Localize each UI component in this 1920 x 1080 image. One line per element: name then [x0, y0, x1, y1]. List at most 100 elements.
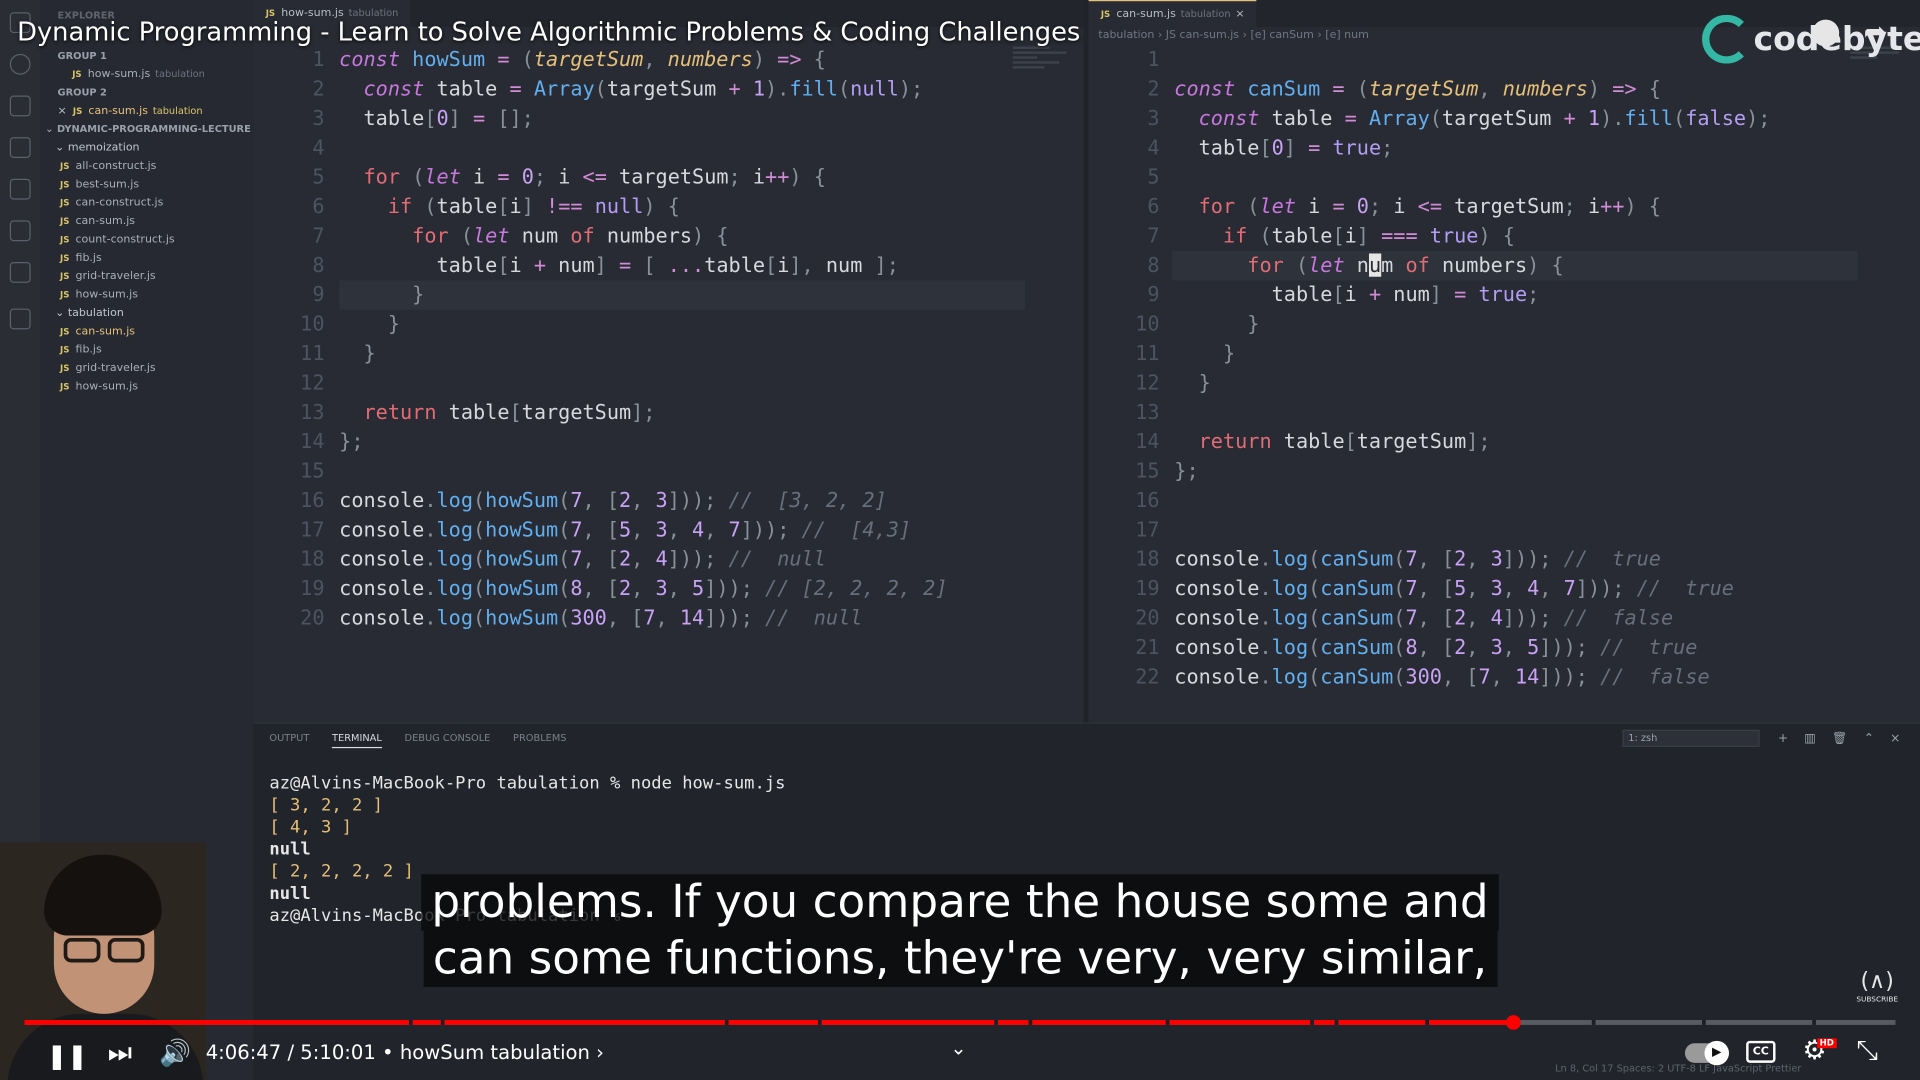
chevron-down-icon[interactable]: ⌄ [950, 1036, 966, 1059]
editor-how-sum[interactable]: JS how-sum.js tabulation 1 const howSum = (… [253, 0, 1084, 723]
extensions-icon[interactable] [9, 178, 31, 200]
tab-terminal[interactable]: TERMINAL [332, 732, 382, 749]
watch-later-icon[interactable] [1812, 19, 1840, 47]
file-item[interactable]: JS can-construct.js [60, 197, 163, 209]
video-title[interactable]: Dynamic Programming - Learn to Solve Alg… [17, 17, 1080, 46]
chevron-down-icon: ⌄ [55, 307, 68, 320]
breadcrumb[interactable]: tabulation › JS can-sum.js › [e] canSum … [1098, 29, 1368, 41]
folder-memoization[interactable]: ⌄ memoization [55, 142, 139, 154]
add-terminal-icon[interactable]: + [1778, 732, 1788, 745]
seek-bar[interactable] [24, 1015, 1896, 1030]
file-item[interactable]: JS count-construct.js [60, 234, 175, 246]
run-debug-icon[interactable] [9, 137, 31, 158]
minimap[interactable] [1012, 44, 1074, 93]
terminal-line: az@Alvins-MacBook-Pro tabulation % node … [269, 773, 786, 794]
close-icon[interactable]: × [58, 105, 67, 117]
file-item[interactable]: JS grid-traveler.js [60, 271, 156, 283]
remote-icon[interactable] [9, 308, 31, 330]
docker-icon[interactable] [9, 220, 31, 242]
autoplay-toggle[interactable]: ▶ [1684, 1040, 1729, 1066]
code-line: 19 console.log(canSum(7, [5, 3, 4, 7])); … [1135, 576, 1734, 601]
share-icon[interactable]: ➦ [1864, 17, 1887, 48]
file-item[interactable]: JS grid-traveler.js [60, 362, 156, 374]
exit-fullscreen-icon[interactable]: ⤡ [1856, 1036, 1878, 1067]
chapter-marker [1310, 1020, 1314, 1025]
code-line: 20 console.log(canSum(7, [2, 4])); // fal… [1135, 606, 1674, 630]
code-line: 5 [1147, 165, 1160, 189]
group-2-label: GROUP 2 [57, 86, 107, 98]
chapter-marker [1812, 1020, 1816, 1025]
code-line: 6 for (let i = 0; i <= targetSum; i++) { [1147, 194, 1661, 218]
editor-can-sum[interactable]: JS can-sum.js tabulation × tabulation › JS … [1088, 0, 1920, 723]
time-display: 4:06:47 / 5:10:01 • howSum tabulation › [205, 1040, 605, 1065]
project-name: DYNAMIC-PROGRAMMING-LECTURE [56, 123, 251, 135]
caption-line-2-wrap: can some functions, they're very, very s… [0, 930, 1920, 987]
code-line: 17 [1135, 517, 1160, 542]
code-line: 15 [300, 459, 325, 483]
live-share-icon[interactable] [9, 262, 31, 283]
open-editor-can-sum[interactable]: × JS can-sum.js tabulation [58, 105, 203, 117]
file-item[interactable]: JS how-sum.js [60, 289, 138, 301]
code-line: 1 const howSum = (targetSum, numbers) => … [312, 47, 826, 72]
terminal-line: [ 4, 3 ] [269, 817, 352, 838]
terminal-line: null [269, 840, 311, 860]
chapter-marker [408, 1020, 413, 1025]
file-item[interactable]: JS fib.js [60, 344, 102, 356]
code-line: 9 } [312, 282, 425, 307]
file-item[interactable]: JS can-sum.js [60, 216, 135, 228]
tab-problems[interactable]: PROBLEMS [513, 732, 566, 747]
folder-tabulation[interactable]: ⌄ tabulation [55, 307, 124, 319]
file-name: fib.js [75, 252, 102, 265]
maximize-panel-icon[interactable]: ⌃ [1864, 732, 1874, 745]
next-icon[interactable]: ⏭ [108, 1038, 132, 1069]
tab-can-sum[interactable]: JS can-sum.js tabulation × [1088, 0, 1257, 27]
time-text: 4:06:47 / 5:10:01 [205, 1040, 376, 1065]
code-line: 13 return table[targetSum]; [300, 400, 656, 424]
chapter-marker [1334, 1020, 1339, 1025]
video-frame: EXPLORER GROUP 1 JS how-sum.js tabulation … [0, 0, 1920, 1080]
close-panel-icon[interactable]: × [1890, 732, 1900, 745]
caption-line-2: can some functions, they're very, very s… [423, 930, 1497, 987]
chapter-title[interactable]: howSum tabulation [400, 1041, 590, 1064]
tab-debug-console[interactable]: DEBUG CONSOLE [405, 732, 491, 747]
chapter-marker [1591, 1020, 1596, 1025]
file-name: how-sum.js [75, 380, 138, 394]
folder-name: memoization [67, 142, 140, 155]
seek-handle[interactable] [1505, 1015, 1521, 1030]
file-item[interactable]: JS how-sum.js [60, 381, 138, 393]
tab-tag: tabulation [1180, 8, 1231, 20]
channel-logo[interactable]: codebyte [1702, 14, 1920, 64]
split-terminal-icon[interactable]: ▥ [1804, 732, 1816, 745]
pause-icon[interactable]: ❚❚ [47, 1041, 88, 1070]
terminal-select[interactable]: 1: zsh [1622, 729, 1760, 747]
file-item[interactable]: JS best-sum.js [60, 179, 139, 191]
volume-icon[interactable]: 🔊 [159, 1038, 191, 1069]
trash-icon[interactable]: 🗑 [1832, 732, 1848, 745]
close-icon[interactable]: × [1235, 9, 1244, 21]
caption-line-1-wrap: problems. If you compare the house some … [0, 874, 1920, 931]
code-line: 3 table[0] = []; [312, 106, 534, 130]
file-name: can-sum.js [88, 105, 148, 118]
file-item[interactable]: JS all-construct.js [60, 160, 156, 172]
tab-output[interactable]: OUTPUT [269, 732, 309, 747]
file-item[interactable]: JS fib.js [60, 252, 102, 264]
captions-icon[interactable]: CC [1746, 1040, 1776, 1063]
code-line: 5 for (let i = 0; i <= targetSum; i++) { [312, 165, 826, 189]
chapter-marker [440, 1020, 445, 1025]
file-name: can-construct.js [75, 197, 164, 210]
code-line: 10 } [300, 312, 401, 336]
code-line: 8 for (let num of numbers) { [1147, 253, 1564, 277]
code-line: 9 table[i + num] = true; [1147, 282, 1540, 307]
project-folder[interactable]: ⌄ DYNAMIC-PROGRAMMING-LECTURE [45, 124, 250, 135]
code-line: 2 const canSum = (targetSum, numbers) => … [1147, 77, 1661, 101]
subscribe-watermark-icon[interactable]: (∧) SUBSCRIBE [1856, 969, 1898, 1007]
search-icon[interactable] [9, 53, 31, 75]
open-editor-how-sum[interactable]: JS how-sum.js tabulation [72, 69, 205, 81]
panel-controls: 1: zsh + ▥ 🗑 ⌃ × [1622, 729, 1900, 747]
code-line: 18 console.log(canSum(7, [2, 3])); // tru… [1135, 547, 1661, 571]
code-line: 19 console.log(howSum(8, [2, 3, 5])); // … [300, 576, 948, 601]
source-control-icon[interactable] [9, 95, 31, 117]
code-line: 17 console.log(howSum(7, [5, 3, 4, 7])); … [300, 517, 912, 542]
file-name: all-construct.js [75, 160, 157, 173]
file-item-active[interactable]: JS can-sum.js [60, 326, 135, 338]
